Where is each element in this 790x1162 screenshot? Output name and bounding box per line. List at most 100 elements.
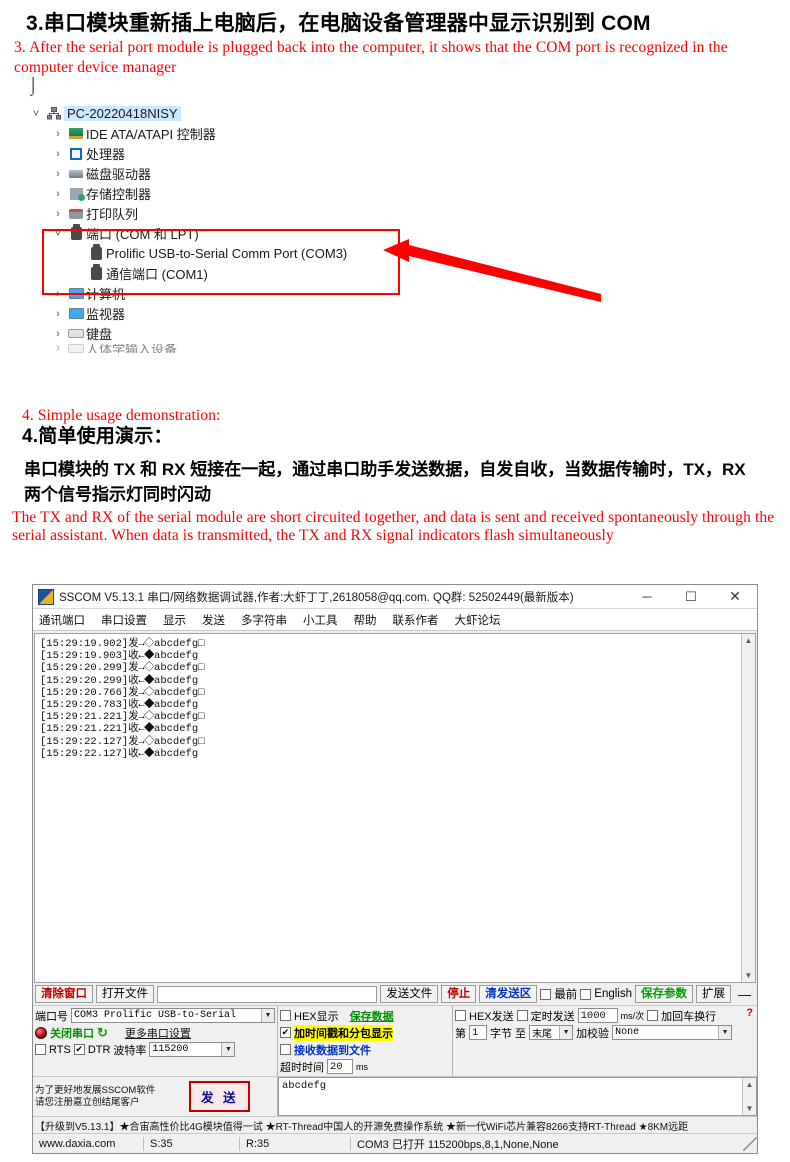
status-website[interactable]: www.daxia.com xyxy=(33,1134,143,1153)
menu-item-display[interactable]: 显示 xyxy=(163,612,186,628)
send-row[interactable]: 为了更好地发展SSCOM软件 请您注册嘉立创结尾客户 发 送 abcdefg ▲… xyxy=(33,1076,757,1116)
topmost-checkbox[interactable]: 最前 xyxy=(540,986,577,1002)
tree-row-keyboard[interactable]: › 键盘 xyxy=(28,324,588,344)
save-params-button[interactable]: 保存参数 xyxy=(635,985,693,1003)
timestamp-checkbox[interactable]: 加时间戳和分包显示 xyxy=(280,1024,393,1041)
stop-button[interactable]: 停止 xyxy=(441,985,477,1003)
tree-row-disk-drive[interactable]: › 磁盘驱动器 xyxy=(28,164,588,184)
scroll-up-icon[interactable]: ▲ xyxy=(746,1078,754,1091)
advertisement-bar[interactable]: 【升级到V5.13.1】★合宙高性价比4G模块值得一试 ★RT-Thread中国… xyxy=(33,1116,757,1133)
checkbox-box[interactable] xyxy=(516,1010,528,1021)
chevron-down-icon[interactable]: ˅ xyxy=(28,108,44,120)
chevron-down-icon[interactable]: ˅ xyxy=(50,228,66,240)
timestamp-row[interactable]: 加时间戳和分包显示 xyxy=(280,1024,450,1041)
chevron-down-icon[interactable]: ▼ xyxy=(718,1026,732,1039)
tree-row-print-queue[interactable]: › 打印队列 xyxy=(28,204,588,224)
more-serial-settings-link[interactable]: 更多串口设置 xyxy=(125,1025,191,1041)
sscom-menu-bar[interactable]: 通讯端口 串口设置 显示 发送 多字符串 小工具 帮助 联系作者 大虾论坛 xyxy=(33,609,757,631)
open-file-button[interactable]: 打开文件 xyxy=(96,985,154,1003)
hex-send-row[interactable]: HEX发送 定时发送 1000 ms/次 加回车换行 xyxy=(455,1007,755,1024)
minimize-button[interactable]: ─ xyxy=(625,585,669,609)
checkbox-box[interactable] xyxy=(73,1044,85,1055)
baud-combo[interactable]: 115200 ▼ xyxy=(149,1042,236,1057)
byte-from-input[interactable]: 1 xyxy=(469,1025,487,1040)
chevron-right-icon[interactable]: › xyxy=(50,308,66,320)
chevron-right-icon[interactable]: › xyxy=(50,344,66,353)
log-vertical-scrollbar[interactable]: ▲ ▼ xyxy=(741,634,755,982)
send-left-panel[interactable]: 为了更好地发展SSCOM软件 请您注册嘉立创结尾客户 发 送 xyxy=(33,1077,278,1116)
clear-window-button[interactable]: 清除窗口 xyxy=(35,985,93,1003)
chevron-right-icon[interactable]: › xyxy=(50,188,66,200)
log-toolbar[interactable]: 清除窗口 打开文件 发送文件 停止 清发送区 最前 English 保存参数 扩… xyxy=(33,983,757,1005)
menu-item-serial-settings[interactable]: 串口设置 xyxy=(101,612,147,628)
checkbox-box[interactable] xyxy=(280,1010,291,1021)
serial-config-row[interactable]: 端口号 COM3 Prolific USB-to-Serial ▼ 关闭串口 ↻… xyxy=(33,1005,757,1076)
checkbox-box[interactable] xyxy=(540,988,552,1000)
checkbox-box[interactable] xyxy=(280,1044,291,1055)
resize-grip-icon[interactable] xyxy=(743,1136,757,1151)
menu-item-tools[interactable]: 小工具 xyxy=(303,612,338,628)
timed-interval-input[interactable]: 1000 xyxy=(577,1008,618,1023)
chevron-right-icon[interactable]: › xyxy=(50,328,66,340)
byte-to-combo[interactable]: 末尾 ▼ xyxy=(529,1025,574,1040)
english-checkbox[interactable]: English xyxy=(580,988,632,1000)
clear-send-area-button[interactable]: 清发送区 xyxy=(479,985,538,1003)
scroll-down-icon[interactable]: ▼ xyxy=(746,1102,754,1115)
tree-row-processor[interactable]: › 处理器 xyxy=(28,144,588,164)
tree-row-ide[interactable]: › IDE ATA/ATAPI 控制器 xyxy=(28,124,588,144)
hex-show-checkbox[interactable]: HEX显示 xyxy=(280,1008,339,1024)
tree-row-hid[interactable]: › 人体学输入设备 xyxy=(28,343,588,353)
flow-control-row[interactable]: RTS DTR 波特率 115200 ▼ xyxy=(35,1041,275,1058)
timeout-input[interactable]: 20 xyxy=(327,1059,353,1074)
file-path-input[interactable] xyxy=(157,985,378,1003)
serial-config-left[interactable]: 端口号 COM3 Prolific USB-to-Serial ▼ 关闭串口 ↻… xyxy=(33,1006,278,1076)
timeout-row[interactable]: 超时时间 20 ms xyxy=(280,1058,450,1075)
recv-to-file-row[interactable]: 接收数据到文件 xyxy=(280,1041,450,1058)
timed-send-checkbox[interactable]: 定时发送 xyxy=(516,1008,575,1024)
menu-item-multistring[interactable]: 多字符串 xyxy=(241,612,287,628)
scroll-down-icon[interactable]: ▼ xyxy=(745,969,753,982)
chevron-right-icon[interactable]: › xyxy=(50,168,66,180)
menu-item-forum[interactable]: 大虾论坛 xyxy=(455,612,501,628)
menu-item-comm-port[interactable]: 通讯端口 xyxy=(39,612,85,628)
scroll-up-icon[interactable]: ▲ xyxy=(745,634,753,647)
checkbox-box[interactable] xyxy=(280,1027,291,1038)
port-select-row[interactable]: 端口号 COM3 Prolific USB-to-Serial ▼ xyxy=(35,1007,275,1024)
chevron-right-icon[interactable]: › xyxy=(50,288,66,300)
send-text-area[interactable]: abcdefg ▲ ▼ xyxy=(278,1077,757,1116)
tree-row-root[interactable]: ˅ PC-20220418NISY xyxy=(28,104,588,124)
close-port-button[interactable]: 关闭串口 xyxy=(50,1025,94,1041)
close-button[interactable]: ✕ xyxy=(713,585,757,609)
device-manager-tree[interactable]: ˅ PC-20220418NISY › IDE ATA/ATAPI 控制器 › … xyxy=(28,104,601,366)
expand-button[interactable]: 扩展 xyxy=(696,985,731,1003)
port-action-row[interactable]: 关闭串口 ↻ 更多串口设置 xyxy=(35,1024,275,1041)
maximize-button[interactable]: ☐ xyxy=(669,585,713,609)
send-button[interactable]: 发 送 xyxy=(189,1081,251,1112)
checkbox-box[interactable] xyxy=(647,1010,659,1021)
chevron-right-icon[interactable]: › xyxy=(50,148,66,160)
menu-item-help[interactable]: 帮助 xyxy=(354,612,377,628)
window-controls[interactable]: ─ ☐ ✕ xyxy=(625,585,757,608)
rts-checkbox[interactable]: RTS xyxy=(35,1044,71,1056)
sscom-title-bar[interactable]: SSCOM V5.13.1 串口/网络数据调试器,作者:大虾丁丁,2618058… xyxy=(33,585,757,609)
chevron-down-icon[interactable]: ▼ xyxy=(559,1026,573,1039)
recv-to-file-checkbox[interactable]: 接收数据到文件 xyxy=(280,1042,371,1058)
sscom-window[interactable]: SSCOM V5.13.1 串口/网络数据调试器,作者:大虾丁丁,2618058… xyxy=(32,584,758,1154)
checkbox-box[interactable] xyxy=(35,1044,46,1055)
serial-config-middle[interactable]: HEX显示 保存数据 加时间戳和分包显示 接收数据到文件 超时时间 20 ms xyxy=(278,1006,453,1076)
collapse-icon[interactable]: — xyxy=(734,987,755,1002)
chevron-right-icon[interactable]: › xyxy=(50,208,66,220)
menu-item-contact[interactable]: 联系作者 xyxy=(393,612,439,628)
save-data-button[interactable]: 保存数据 xyxy=(350,1008,394,1024)
send-file-button[interactable]: 发送文件 xyxy=(380,985,439,1003)
checkbox-box[interactable] xyxy=(455,1010,466,1021)
send-vertical-scrollbar[interactable]: ▲ ▼ xyxy=(742,1078,756,1115)
checkbox-box[interactable] xyxy=(580,988,592,1000)
help-question-icon[interactable]: ? xyxy=(746,1007,753,1019)
chevron-down-icon[interactable]: ▼ xyxy=(221,1043,235,1056)
serial-config-right[interactable]: HEX发送 定时发送 1000 ms/次 加回车换行 第 1 字节 至 末尾 ▼… xyxy=(453,1006,757,1076)
hex-show-row[interactable]: HEX显示 保存数据 xyxy=(280,1007,450,1024)
hex-send-checkbox[interactable]: HEX发送 xyxy=(455,1008,514,1024)
receive-log-area[interactable]: [15:29:19.902]发→◇abcdefg□ [15:29:19.903]… xyxy=(34,633,756,983)
dtr-checkbox[interactable]: DTR xyxy=(73,1044,110,1056)
